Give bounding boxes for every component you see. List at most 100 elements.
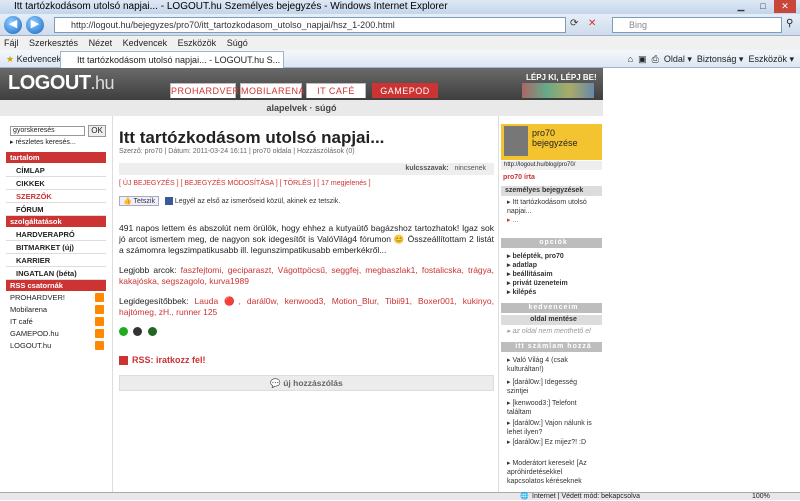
url-input[interactable]: http://logout.hu/bejegyzes/pro70/itt_tar… [54,17,566,33]
sidebar-item-bitmarket[interactable]: BITMARKET (új) [6,241,106,254]
tab-gamepod[interactable]: GAMEPOD [372,83,438,98]
advanced-search-link[interactable]: ▸ részletes keresés... [10,138,76,146]
avatar [504,126,528,156]
entry-link[interactable]: ▸ Itt tartózkodásom utolsó napjai... [507,198,599,216]
keywords-label: kulcsszavak: [405,165,449,172]
rss-icon[interactable] [95,341,104,350]
menu-tools[interactable]: Eszközök [178,38,217,48]
paragraph-best: Legjobb arcok: faszfejtomi, geciparaszt,… [119,265,494,287]
menu-favorites[interactable]: Kedvencek [123,38,168,48]
option-login-label: belépték, pro70 [512,253,564,260]
site-logo[interactable]: LOGOUT.hu [8,72,115,95]
article-title: Itt tartózkodásom utolsó napjai... [119,128,385,147]
writes-label[interactable]: pro70 írta [503,174,535,181]
menu-edit[interactable]: Szerkesztés [29,38,78,48]
back-icon[interactable]: ◀ [4,16,22,34]
sidebar-item-ingatlan[interactable]: INGATLAN (béta) [6,267,106,280]
thread-link-label: Való Világ 4 (csak kulturáltan!) [507,357,568,373]
tools-menu[interactable]: Eszközök [748,54,787,64]
minimize-button[interactable]: ▁ [730,0,752,13]
star-icon[interactable]: ★ [6,54,14,64]
rss-icon[interactable] [95,329,104,338]
rss-subscribe-label: RSS: iratkozz fel! [132,355,206,365]
section-content: tartalom [6,152,106,163]
rss-link-itcafe[interactable]: IT café [10,316,33,327]
thread-link[interactable]: ▸ [kenwood3:] Telefont találtam [507,399,599,417]
sidebar-item-forum[interactable]: FÓRUM [6,203,106,216]
window-titlebar: Itt tartózkodásom utolsó napjai... - LOG… [0,0,800,14]
rss-link-prohardver[interactable]: PROHARDVER! [10,292,65,303]
sidebar-item-hardverapro[interactable]: HARDVERAPRÓ [6,228,106,241]
threads-head: itt számlam hozzá [501,342,602,352]
save-page-head: oldal mentése [501,315,602,325]
refresh-icon[interactable]: ⟳ [570,18,578,29]
sidebar-item-cikkek[interactable]: CIKKEK [6,177,106,190]
like-text: Legyél az első az ismerőseid közül, akin… [174,198,341,205]
tab-prohardver[interactable]: PROHARDVER! [170,83,242,98]
option-login[interactable]: ▸ belépték, pro70 [507,252,599,261]
search-input[interactable]: Bing [612,17,782,33]
smiley-icon [119,327,128,336]
sidebar-item-szerzok[interactable]: SZERZŐK [6,190,106,203]
smiley-icon [133,327,143,336]
tab-mobilarena[interactable]: MOBILARENA [240,83,305,98]
search-icon[interactable]: ⚲ [786,18,793,29]
menu-view[interactable]: Nézet [89,38,113,48]
rss-icon[interactable] [95,305,104,314]
favorites-head: kedvenceim [501,303,602,313]
quick-search-input[interactable]: gyorskeresés [10,126,85,136]
article-body: 491 napos lettem és abszolút nem örülök,… [119,223,494,339]
address-bar: ◀ ▶ http://logout.hu/bejegyzes/pro70/itt… [0,14,800,36]
best-label: Legjobb arcok: [119,265,177,275]
window-title: Itt tartózkodásom utolsó napjai... - LOG… [14,1,448,12]
rss-link-gamepod[interactable]: GAMEPOD.hu [10,328,59,339]
rss-icon[interactable] [95,317,104,326]
logo-main: LOGOUT [8,72,91,94]
search-ok-button[interactable]: OK [88,125,106,137]
menu-file[interactable]: Fájl [4,38,19,48]
logo-suffix: .hu [90,73,115,93]
close-button[interactable]: ✕ [774,0,796,13]
maximize-button[interactable]: □ [752,0,774,13]
rss-link-logout[interactable]: LOGOUT.hu [10,340,51,351]
stop-icon[interactable]: ✕ [588,18,596,29]
option-profile[interactable]: ▸ adatlap [507,261,599,270]
option-logout[interactable]: ▸ kilépés [507,288,599,297]
more-link[interactable]: ▸ ... [507,216,599,225]
menu-bar: Fájl Szerkesztés Nézet Kedvencek Eszközö… [0,36,800,50]
sidebar-item-cimlap[interactable]: CÍMLAP [6,164,106,177]
blog-url[interactable]: http://logout.hu/blog/pro70/ [501,161,602,170]
feeds-icon[interactable]: ▣ [638,54,647,64]
like-box: 👍 Tetszik Legyél az első az ismerőseid k… [119,196,340,206]
like-button[interactable]: 👍 Tetszik [119,196,159,206]
thread-link[interactable]: ▸ [darál0w:] Ez mijez?! :D [507,438,599,447]
keywords-value: nincsenek [454,165,486,172]
rss-link-mobilarena[interactable]: Mobilarena [10,304,47,315]
option-messages[interactable]: ▸ privát üzeneteim [507,279,599,288]
subnav-rules[interactable]: alapelvek [266,103,307,113]
page-menu[interactable]: Oldal [664,54,685,64]
print-icon[interactable]: ⎙ [652,54,659,64]
sidebar-item-karrier[interactable]: KARRIER [6,254,106,267]
rss-subscribe[interactable]: RSS: iratkozz fel! [119,355,206,366]
article-actions[interactable]: [ ÚJ BEJEGYZÉS ] [ BEJEGYZÉS MÓDOSÍTÁSA … [119,180,371,187]
safety-menu[interactable]: Biztonság [697,54,737,64]
subnav-help[interactable]: súgó [315,103,337,113]
thread-link-label: [darál0w:] Vajon nálunk is lehet ilyen? [507,420,592,436]
thread-link[interactable]: ▸ Való Világ 4 (csak kulturáltan!) [507,356,599,374]
new-comment-button[interactable]: 💬 új hozzászólás [119,375,494,391]
thread-link-label: Moderátort keresek! [Az apróhirdetésekke… [507,460,587,485]
thread-link[interactable]: ▸ Moderátort keresek! [Az apróhirdetések… [507,459,599,486]
browser-tab[interactable]: Itt tartózkodásom utolsó napjai... - LOG… [60,51,284,68]
rss-icon[interactable] [95,293,104,302]
thread-link[interactable]: ▸ [darál0w:] Vajon nálunk is lehet ilyen… [507,419,599,437]
home-icon[interactable]: ⌂ [628,54,633,64]
option-settings[interactable]: ▸ beállításaim [507,270,599,279]
tab-itcafe[interactable]: IT CAFÉ [306,83,366,98]
forward-icon[interactable]: ▶ [26,16,44,34]
thread-link[interactable]: ▸ [darál0w:] Idegesség szintjei [507,378,599,396]
entry-link-label: Itt tartózkodásom utolsó napjai... [507,199,587,215]
favorites-button[interactable]: Kedvencek [17,54,62,64]
right-sidebar: pro70 bejegyzése http://logout.hu/blog/p… [498,116,603,492]
menu-help[interactable]: Súgó [227,38,248,48]
